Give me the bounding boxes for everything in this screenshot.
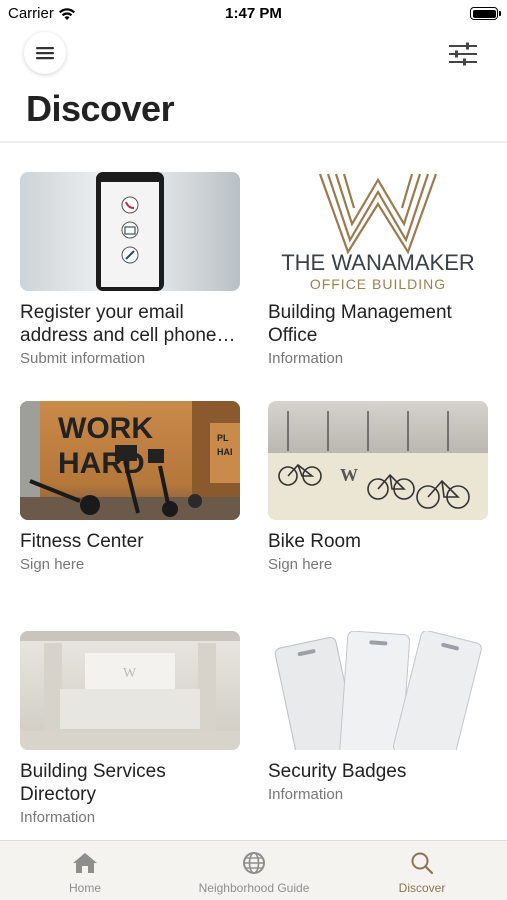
battery-fill (472, 9, 496, 18)
menu-button[interactable] (24, 32, 66, 74)
battery-tip (499, 11, 501, 16)
card-image-gym: WORK HARD PL HAI (20, 401, 240, 520)
logo-subtitle: OFFICE BUILDING (310, 276, 446, 291)
card-subtitle: Information (268, 786, 344, 803)
status-bar: Carrier 1:47 PM (0, 0, 507, 28)
wanamaker-logo: THE WANAMAKER OFFICE BUILDING (281, 173, 475, 291)
card-title: Building Management Office (268, 302, 452, 346)
svg-text:WORK: WORK (58, 412, 153, 445)
card-subtitle: Sign here (20, 556, 85, 573)
lobby-illustration: W (20, 631, 240, 750)
svg-text:HAI: HAI (217, 447, 233, 457)
bike-room-illustration: W (268, 411, 488, 520)
card-subtitle: Information (268, 350, 344, 367)
card-title: Fitness Center (20, 531, 144, 552)
card-subtitle: Submit information (20, 350, 146, 367)
card-title: Register your email address and cell pho… (20, 302, 236, 346)
tab-bar: Home Neighborhood Guide Discover (0, 840, 507, 900)
status-time: 1:47 PM (225, 5, 282, 22)
sliders-icon (449, 42, 477, 66)
tab-neighborhood-guide-label: Neighborhood Guide (198, 881, 310, 895)
tab-discover-label: Discover (398, 881, 446, 895)
gym-illustration: WORK HARD PL HAI (20, 401, 240, 520)
tab-neighborhood-guide[interactable]: Neighborhood Guide (184, 841, 324, 900)
card-building-services[interactable]: W Building Services Directory Informatio… (20, 631, 240, 826)
tab-home-label: Home (68, 881, 101, 895)
globe-icon (243, 852, 265, 874)
card-title: Building Services Directory (20, 761, 166, 805)
card-title: Security Badges (268, 761, 407, 782)
search-icon (411, 852, 434, 875)
page-title: Discover (26, 88, 175, 129)
logo-title: THE WANAMAKER (281, 250, 475, 275)
card-subtitle: Information (20, 809, 96, 826)
desk-logo: W (123, 666, 137, 681)
home-icon (73, 853, 97, 873)
filter-button[interactable] (447, 38, 479, 70)
card-image-wanamaker-logo: THE WANAMAKER OFFICE BUILDING (268, 172, 488, 291)
card-fitness-center[interactable]: WORK HARD PL HAI Fitness Center Sign her… (20, 401, 240, 573)
phone-icon (96, 172, 164, 291)
header-divider (0, 141, 507, 143)
svg-text:PL: PL (217, 433, 229, 443)
hamburger-icon (36, 47, 54, 60)
card-register-contact[interactable]: Register your email address and cell pho… (20, 172, 240, 367)
battery-icon (470, 7, 501, 20)
wall-logo: W (340, 465, 358, 485)
card-image-phone (20, 172, 240, 291)
card-title: Bike Room (268, 531, 361, 552)
card-image-lobby: W (20, 631, 240, 750)
card-bike-room[interactable]: W Bike Room Sign here (268, 401, 488, 573)
card-subtitle: Sign here (268, 556, 333, 573)
tab-discover[interactable]: Discover (377, 841, 467, 900)
card-image-badges (268, 631, 488, 750)
card-security-badges[interactable]: Security Badges Information (268, 631, 488, 803)
badges-illustration (274, 631, 482, 750)
card-image-bike-room: W (268, 401, 488, 520)
tab-home[interactable]: Home (40, 841, 130, 900)
card-building-management[interactable]: THE WANAMAKER OFFICE BUILDING Building M… (268, 172, 488, 367)
